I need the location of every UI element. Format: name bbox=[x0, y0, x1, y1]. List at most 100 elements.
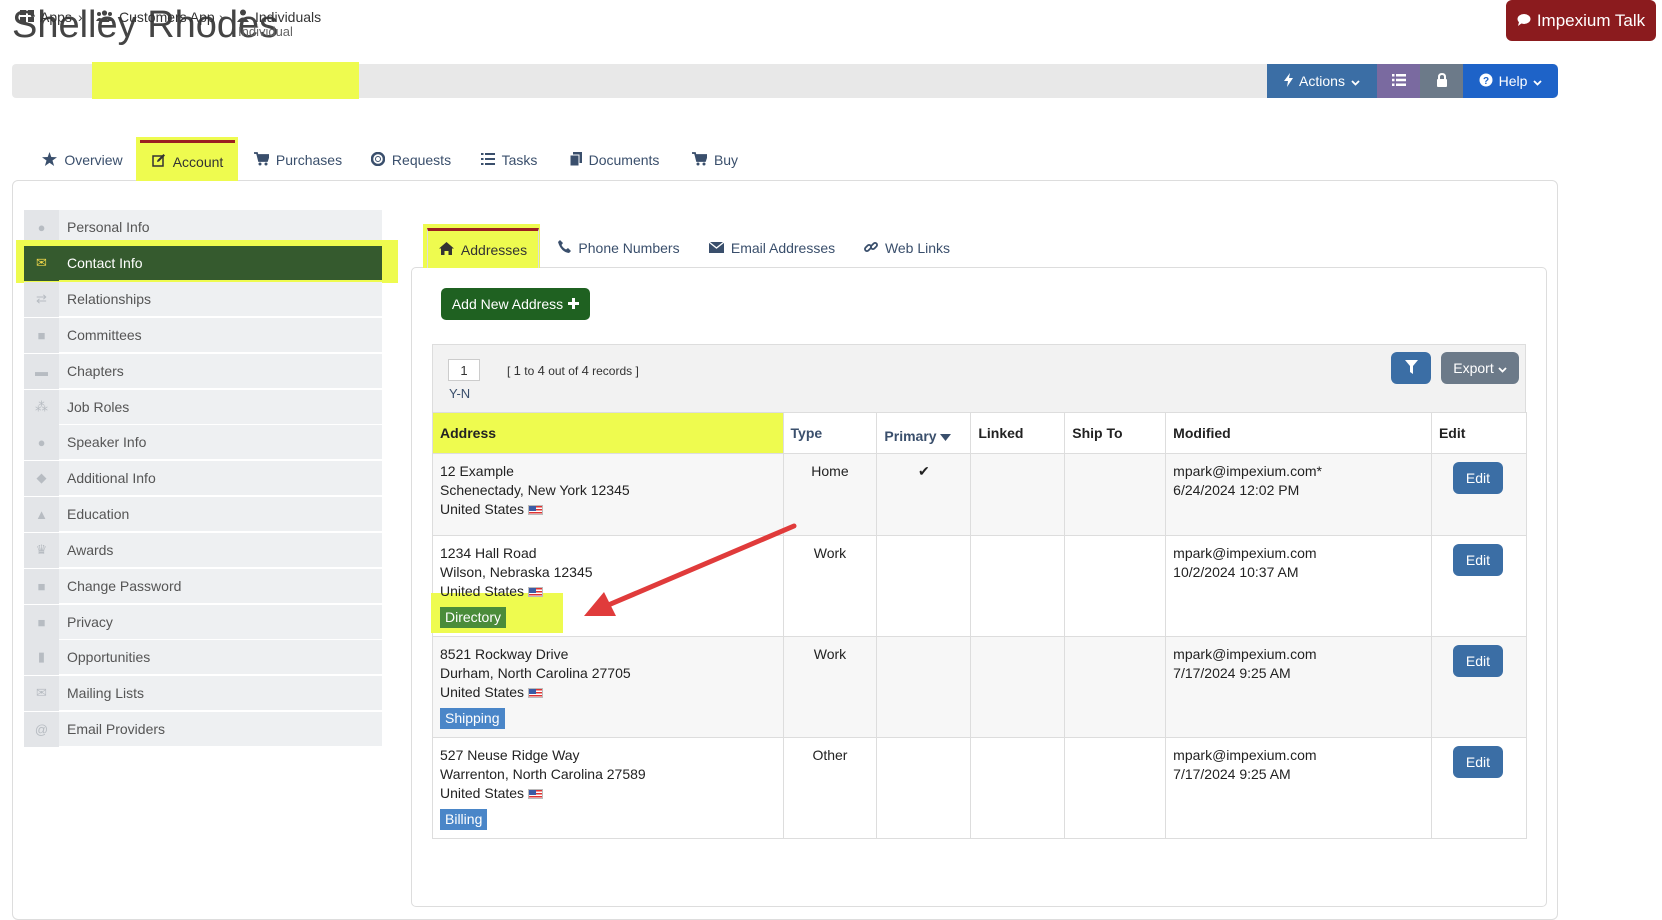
sidebar-item-label: Additional Info bbox=[67, 470, 156, 486]
sidebar-item-label: Chapters bbox=[67, 363, 124, 379]
sidebar-item-change-password[interactable]: ■ Change Password bbox=[24, 568, 382, 604]
cell-modified: mpark@impexium.com* 6/24/2024 12:02 PM bbox=[1165, 453, 1432, 536]
us-flag-icon bbox=[528, 505, 544, 516]
sidebar-item-label: Privacy bbox=[67, 614, 113, 630]
records-to-word: to bbox=[524, 364, 535, 378]
breadcrumb-label: Customers App bbox=[119, 9, 215, 25]
sidebar-item-speaker-info[interactable]: ● Speaker Info bbox=[24, 424, 382, 460]
plus-icon bbox=[568, 296, 580, 312]
cell-ship-to bbox=[1064, 636, 1167, 738]
svg-text:?: ? bbox=[1483, 76, 1489, 87]
tab-label: Documents bbox=[588, 152, 660, 168]
sidebar-item-job-roles[interactable]: ⁂ Job Roles bbox=[24, 389, 382, 425]
sidebar-item-personal-info[interactable]: ● Personal Info bbox=[24, 209, 382, 245]
sidebar-item-additional-info[interactable]: ◆ Additional Info bbox=[24, 460, 382, 496]
chevron-down-icon bbox=[1498, 360, 1507, 376]
impexium-talk-button[interactable]: Impexium Talk bbox=[1506, 0, 1656, 41]
sidebar-item-privacy[interactable]: ■ Privacy bbox=[24, 604, 382, 640]
sidebar-item-label: Personal Info bbox=[67, 219, 150, 235]
modified-at: 7/17/2024 9:25 AM bbox=[1173, 665, 1291, 681]
column-header-ship-to: Ship To bbox=[1064, 412, 1167, 454]
sidebar-item-label: Mailing Lists bbox=[67, 685, 145, 701]
grid-toolbar bbox=[432, 344, 1526, 412]
tab-purchases[interactable]: Purchases bbox=[247, 140, 349, 180]
sidebar-item-committees[interactable]: ■ Committees bbox=[24, 317, 382, 353]
sidebar-item-opportunities[interactable]: ▮ Opportunities bbox=[24, 639, 382, 675]
sidebar-item-label: Email Providers bbox=[67, 721, 166, 737]
breadcrumb-customers-app[interactable]: Customers App bbox=[96, 0, 215, 34]
cell-edit: Edit bbox=[1430, 535, 1528, 637]
lock-icon: ■ bbox=[24, 568, 59, 604]
column-header-edit: Edit bbox=[1430, 412, 1528, 454]
address-country: United States bbox=[440, 501, 525, 517]
sidebar-item-mailing-lists[interactable]: ✉ Mailing Lists bbox=[24, 675, 382, 711]
sidebar-item-label: Change Password bbox=[67, 578, 182, 594]
sidebar-item-contact-info[interactable]: ✉ Contact Info bbox=[24, 245, 382, 281]
cell-linked bbox=[970, 636, 1066, 738]
cell-linked bbox=[970, 453, 1066, 536]
envelope-icon bbox=[708, 240, 725, 256]
tab-requests[interactable]: Requests bbox=[363, 140, 459, 180]
breadcrumb-separator: › bbox=[78, 9, 83, 25]
tab-email-addresses[interactable]: Email Addresses bbox=[703, 228, 841, 268]
tab-web-links[interactable]: Web Links bbox=[857, 228, 957, 268]
list-view-button[interactable] bbox=[1377, 64, 1420, 98]
breadcrumb-apps[interactable]: Apps bbox=[20, 0, 72, 34]
lock-icon: ■ bbox=[24, 604, 59, 640]
briefcase-icon: ■ bbox=[24, 317, 59, 353]
sidebar-item-label: Education bbox=[67, 506, 130, 522]
actions-button[interactable]: Actions bbox=[1267, 64, 1377, 98]
breadcrumb-label: Apps bbox=[40, 9, 72, 25]
column-header-address[interactable]: Address bbox=[432, 412, 784, 454]
sidebar-item-label: Contact Info bbox=[67, 255, 143, 271]
add-new-address-label: Add New Address bbox=[451, 296, 564, 312]
chat-icon bbox=[1517, 11, 1531, 31]
cell-ship-to bbox=[1064, 453, 1167, 536]
sidebar-item-relationships[interactable]: ⇄ Relationships bbox=[24, 281, 382, 317]
filter-button[interactable] bbox=[1391, 352, 1431, 384]
lock-button[interactable] bbox=[1420, 64, 1463, 98]
records-from: 1 bbox=[513, 363, 521, 378]
microphone-icon: ● bbox=[24, 424, 59, 460]
list-icon bbox=[1391, 73, 1406, 89]
breadcrumb-individuals[interactable]: Individuals bbox=[237, 0, 321, 34]
sidebar-item-email-providers[interactable]: @ Email Providers bbox=[24, 711, 382, 747]
export-button[interactable]: Export bbox=[1441, 352, 1519, 384]
add-new-address-button[interactable]: Add New Address bbox=[441, 288, 590, 320]
sidebar-item-awards[interactable]: ♛ Awards bbox=[24, 532, 382, 568]
edit-button[interactable]: Edit bbox=[1452, 462, 1503, 494]
cell-modified: mpark@impexium.com 7/17/2024 9:25 AM bbox=[1165, 737, 1432, 839]
sidebar-item-chapters[interactable]: ▬ Chapters bbox=[24, 353, 382, 389]
cell-linked bbox=[970, 737, 1066, 839]
records-to: 4 bbox=[537, 363, 545, 378]
address-country: United States bbox=[440, 785, 525, 801]
help-button[interactable]: ? Help bbox=[1463, 64, 1558, 98]
cell-edit: Edit bbox=[1430, 636, 1528, 738]
column-header-type[interactable]: Type bbox=[782, 412, 878, 454]
tab-overview[interactable]: Overview bbox=[30, 140, 135, 180]
tab-phone-numbers[interactable]: Phone Numbers bbox=[549, 228, 689, 268]
graduation-cap-icon: ▲ bbox=[24, 496, 59, 532]
column-header-primary[interactable]: Primary bbox=[876, 412, 972, 454]
cell-ship-to bbox=[1064, 535, 1167, 637]
tab-documents[interactable]: Documents bbox=[559, 140, 670, 180]
tab-addresses[interactable]: Addresses bbox=[427, 228, 539, 268]
trophy-icon: ♛ bbox=[24, 532, 59, 568]
cell-primary: ✔ bbox=[876, 453, 972, 536]
question-circle-icon: ? bbox=[1479, 73, 1493, 90]
tab-account[interactable]: Account bbox=[140, 140, 235, 180]
sitemap-icon: ⁂ bbox=[24, 389, 59, 425]
table-row: 527 Neuse Ridge Way Warrenton, North Caro… bbox=[432, 737, 1528, 839]
users-icon bbox=[96, 9, 113, 25]
edit-button[interactable]: Edit bbox=[1452, 544, 1503, 576]
archive-icon: ▬ bbox=[24, 353, 59, 389]
sidebar-item-education[interactable]: ▲ Education bbox=[24, 496, 382, 532]
tab-tasks[interactable]: Tasks bbox=[473, 140, 545, 180]
edit-button[interactable]: Edit bbox=[1452, 645, 1503, 677]
edit-button[interactable]: Edit bbox=[1452, 746, 1503, 778]
page-number-input[interactable]: 1 bbox=[448, 359, 480, 381]
cart-icon bbox=[253, 151, 271, 169]
tab-buy[interactable]: Buy bbox=[684, 140, 746, 180]
address-tag-billing: Billing bbox=[440, 809, 488, 830]
column-header-linked: Linked bbox=[970, 412, 1066, 454]
